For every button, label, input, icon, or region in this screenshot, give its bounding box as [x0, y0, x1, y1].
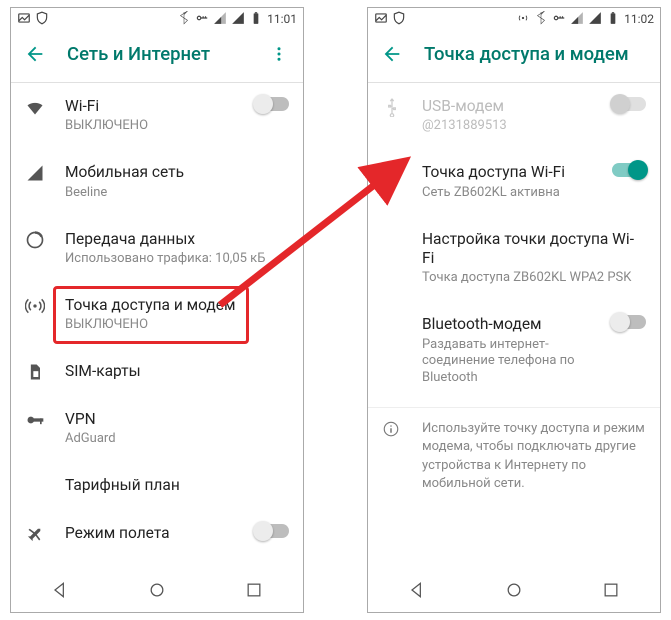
- item-usb-tethering: USB-модем @2131889513: [368, 83, 660, 149]
- statusbar: 11:02: [368, 8, 660, 30]
- appbar: Точка доступа и модем: [368, 30, 660, 78]
- sim-icon: [25, 362, 65, 382]
- info-icon: [382, 420, 422, 493]
- battery-icon: [249, 11, 263, 28]
- shield-icon: [35, 11, 49, 28]
- statusbar: 11:01: [11, 8, 303, 30]
- item-sub: ВЫКЛЮЧЕНО: [65, 118, 247, 135]
- usb-toggle: [604, 97, 646, 111]
- bluetooth-icon: [534, 11, 548, 28]
- wifi-hotspot-toggle[interactable]: [604, 163, 646, 177]
- item-mobile-network[interactable]: Мобильная сеть Beeline: [11, 149, 303, 215]
- item-label: Настройка точки доступа Wi-Fi: [422, 230, 646, 269]
- key-icon: [552, 11, 566, 28]
- item-sub: @2131889513: [422, 118, 604, 135]
- item-data-usage[interactable]: Передача данных Использовано трафика: 10…: [11, 216, 303, 282]
- airplane-toggle[interactable]: [247, 524, 289, 538]
- item-wifi[interactable]: Wi-Fi ВЫКЛЮЧЕНО: [11, 83, 303, 149]
- hotspot-icon: [25, 296, 65, 316]
- item-sub: Beeline: [65, 185, 289, 202]
- info-note-text: Используйте точку доступа и режим модема…: [422, 420, 646, 493]
- item-hotspot-tethering[interactable]: Точка доступа и модем ВЫКЛЮЧЕНО: [11, 282, 303, 348]
- item-label: Передача данных: [65, 230, 289, 249]
- item-data-plan[interactable]: Тарифный план: [11, 462, 303, 509]
- page-title: Точка доступа и модем: [424, 43, 629, 65]
- phone-screen-left: 11:01 Сеть и Интернет Wi-Fi ВЫКЛЮЧЕНО Мо…: [10, 7, 304, 613]
- item-label: Тарифный план: [65, 476, 289, 495]
- hotspot-status-icon: [516, 11, 530, 28]
- nav-home-button[interactable]: [484, 580, 544, 600]
- nav-back-button[interactable]: [387, 580, 447, 600]
- nav-back-button[interactable]: [30, 580, 90, 600]
- item-sub: AdGuard: [65, 431, 289, 448]
- item-sim-cards[interactable]: SIM-карты: [11, 348, 303, 396]
- item-label: Мобильная сеть: [65, 163, 289, 182]
- item-label: Wi-Fi: [65, 97, 247, 116]
- image-icon: [374, 11, 388, 28]
- key-icon: [195, 11, 209, 28]
- item-sub: Использовано трафика: 10,05 кБ: [65, 251, 289, 268]
- system-navbar: [11, 568, 303, 612]
- back-button[interactable]: [380, 43, 404, 65]
- network-icon: [231, 11, 245, 28]
- item-sub: Точка доступа ZB602KL WPA2 PSK: [422, 270, 646, 287]
- item-label: VPN: [65, 410, 289, 429]
- nav-recent-button[interactable]: [224, 580, 284, 600]
- item-label: SIM-карты: [65, 362, 289, 381]
- bluetooth-icon: [177, 11, 191, 28]
- wifi-toggle[interactable]: [247, 97, 289, 111]
- phone-screen-right: 11:02 Точка доступа и модем USB-модем @2…: [367, 7, 661, 613]
- item-airplane-mode[interactable]: Режим полета: [11, 510, 303, 558]
- item-label: Точка доступа и модем: [65, 296, 289, 315]
- nav-home-button[interactable]: [127, 580, 187, 600]
- usb-icon: [382, 97, 422, 117]
- item-sub: Сеть ZB602KL активна: [422, 185, 604, 202]
- clock-text: 11:01: [267, 12, 297, 26]
- shield-icon: [392, 11, 406, 28]
- settings-list: USB-модем @2131889513 Точка доступа Wi-F…: [368, 83, 660, 568]
- image-icon: [17, 11, 31, 28]
- data-usage-icon: [25, 230, 65, 250]
- overflow-menu-button[interactable]: [267, 45, 291, 63]
- signal-icon: [570, 11, 584, 28]
- page-title: Сеть и Интернет: [67, 43, 210, 65]
- battery-icon: [606, 11, 620, 28]
- item-hotspot-setup[interactable]: Настройка точки доступа Wi-Fi Точка дост…: [368, 216, 660, 302]
- item-sub: ВЫКЛЮЧЕНО: [65, 317, 289, 334]
- settings-list: Wi-Fi ВЫКЛЮЧЕНО Мобильная сеть Beeline П…: [11, 83, 303, 568]
- vpn-key-icon: [25, 410, 65, 430]
- item-sub: Раздавать интернет-соединение телефона п…: [422, 337, 604, 388]
- signal-icon: [213, 11, 227, 28]
- item-bluetooth-tethering[interactable]: Bluetooth-модем Раздавать интернет-соеди…: [368, 301, 660, 401]
- clock-text: 11:02: [624, 12, 654, 26]
- info-note: Используйте точку доступа и режим модема…: [368, 407, 660, 505]
- bluetooth-tether-toggle[interactable]: [604, 315, 646, 329]
- nav-recent-button[interactable]: [581, 580, 641, 600]
- wifi-icon: [25, 97, 65, 117]
- appbar: Сеть и Интернет: [11, 30, 303, 78]
- item-label: Точка доступа Wi-Fi: [422, 163, 604, 182]
- signal-icon: [25, 163, 65, 183]
- system-navbar: [368, 568, 660, 612]
- item-wifi-hotspot[interactable]: Точка доступа Wi-Fi Сеть ZB602KL активна: [368, 149, 660, 215]
- back-button[interactable]: [23, 43, 47, 65]
- airplane-icon: [25, 524, 65, 544]
- item-label: Режим полета: [65, 524, 247, 543]
- item-vpn[interactable]: VPN AdGuard: [11, 396, 303, 462]
- network-icon: [588, 11, 602, 28]
- item-label: USB-модем: [422, 97, 604, 116]
- item-label: Bluetooth-модем: [422, 315, 604, 334]
